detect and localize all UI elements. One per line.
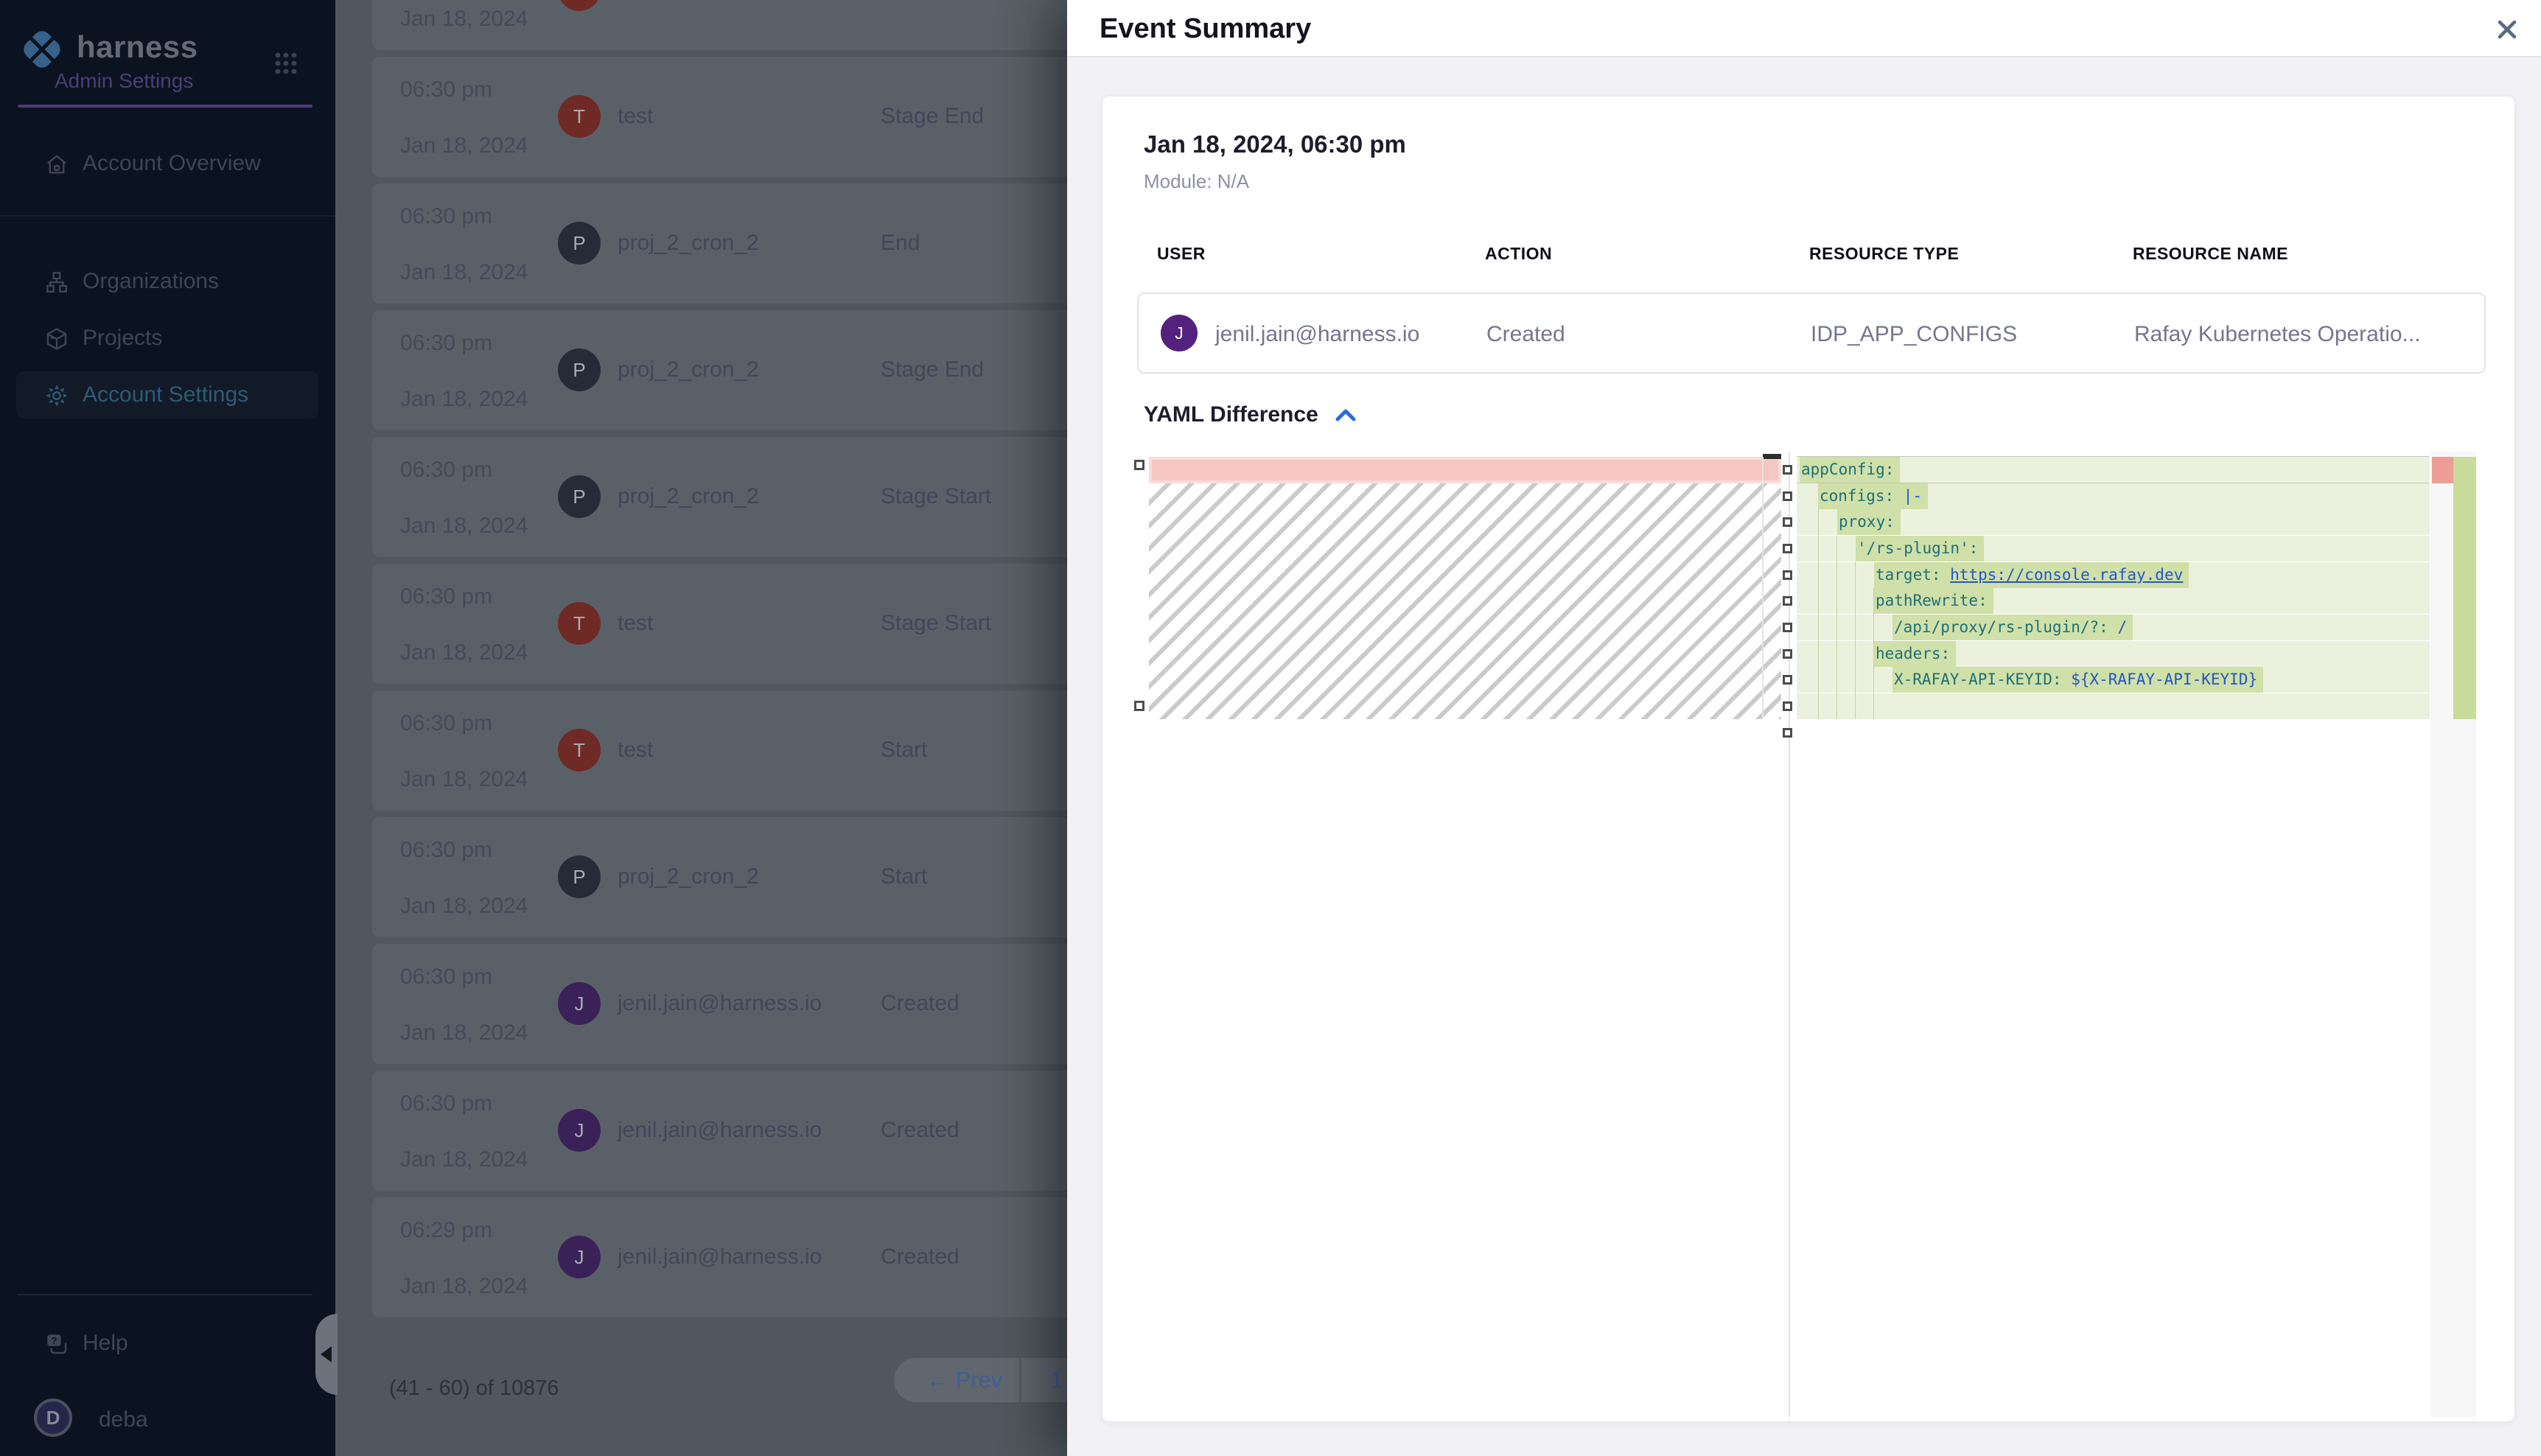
pagination-divider — [1019, 1358, 1021, 1402]
diff-line-marker[interactable] — [1783, 517, 1792, 527]
yaml-line: headers: — [1797, 641, 2430, 667]
home-icon — [44, 152, 69, 177]
left-arrow-icon: ← — [926, 1367, 949, 1393]
prev-page-button[interactable]: ← Prev — [926, 1367, 1002, 1393]
row-resource-type: IDP_APP_CONFIGS — [1811, 322, 2017, 347]
sidebar-subtitle: Admin Settings — [55, 69, 193, 93]
sidebar-bottom-divider — [18, 1294, 312, 1295]
yaml-line: X-RAFAY-API-KEYID: ${X-RAFAY-API-KEYID} — [1797, 667, 2430, 693]
row-avatar: J — [558, 1109, 601, 1152]
row-avatar: J — [1161, 315, 1198, 351]
event-summary-drawer: Event Summary Jan 18, 2024, 06:30 pm Mod… — [1067, 0, 2541, 1456]
yaml-diff-editor: appConfig:configs: |-proxy:'/rs-plugin':… — [1128, 452, 2477, 1417]
indent-guide — [1873, 588, 1874, 719]
diff-line-marker[interactable] — [1783, 649, 1792, 659]
overview-removed-mark — [2432, 457, 2453, 483]
yaml-line: '/rs-plugin': — [1797, 536, 2430, 561]
row-avatar: J — [558, 982, 601, 1025]
event-summary-card: Jan 18, 2024, 06:30 pm Module: N/A USER … — [1102, 96, 2515, 1422]
yaml-line-empty — [1797, 693, 2430, 719]
sidebar: harness Admin Settings Account Overview O… — [0, 0, 335, 1456]
row-avatar: T — [558, 729, 601, 771]
collapse-arrow-icon — [321, 1346, 332, 1362]
yaml-line: pathRewrite: — [1797, 588, 2430, 614]
sidebar-item-account-overview[interactable]: Account Overview — [16, 140, 318, 187]
app-grid-icon[interactable] — [274, 52, 298, 75]
drawer-title: Event Summary — [1100, 13, 1311, 45]
col-header-user: USER — [1157, 244, 1206, 264]
row-avatar: T — [558, 95, 601, 138]
row-resource-name: Rafay Kubernetes Operatio... — [2134, 322, 2421, 347]
overview-added-mark — [2453, 457, 2476, 719]
diff-marker-square[interactable] — [1134, 460, 1144, 470]
diff-line-marker[interactable] — [1783, 491, 1792, 501]
yaml-line: proxy: — [1797, 509, 2430, 535]
sidebar-item-help[interactable]: ? Help — [16, 1320, 318, 1367]
user-avatar: D — [34, 1399, 72, 1437]
yaml-line: appConfig: — [1797, 457, 2430, 483]
diff-line-marker[interactable] — [1783, 596, 1792, 606]
sidebar-item-account-settings[interactable]: Account Settings — [16, 371, 318, 419]
yaml-link[interactable]: https://console.rafay.dev — [1950, 566, 2183, 584]
sidebar-user[interactable]: D deba — [16, 1396, 318, 1449]
diff-line-marker[interactable] — [1783, 465, 1792, 475]
row-avatar: P — [558, 855, 601, 898]
event-datetime: Jan 18, 2024, 06:30 pm — [1144, 130, 1406, 158]
diff-empty-region-hatch — [1149, 483, 1781, 719]
diff-line-marker[interactable] — [1783, 623, 1792, 632]
yaml-difference-label: YAML Difference — [1144, 402, 1318, 427]
row-avatar: P — [558, 475, 601, 518]
diff-line-marker[interactable] — [1783, 544, 1792, 553]
indent-guide — [1836, 536, 1837, 719]
col-header-resource-name: RESOURCE NAME — [2133, 244, 2288, 264]
yaml-difference-toggle[interactable]: YAML Difference — [1144, 402, 1357, 432]
row-avatar: P — [558, 222, 601, 265]
close-icon[interactable] — [2494, 16, 2520, 43]
logo-text: harness — [77, 29, 198, 65]
sidebar-logo-divider — [18, 105, 312, 108]
sidebar-section-divider — [0, 215, 335, 217]
diff-removed-line — [1149, 457, 1781, 483]
page-1-button[interactable]: 1 — [1050, 1367, 1063, 1393]
help-chat-icon: ? — [44, 1331, 69, 1357]
yaml-line: configs: |- — [1797, 483, 2430, 509]
sidebar-collapse-handle[interactable] — [315, 1314, 338, 1395]
pagination-range: (41 - 60) of 10876 — [389, 1376, 559, 1401]
diff-line-marker[interactable] — [1783, 675, 1792, 685]
event-module: Module: N/A — [1144, 170, 1249, 193]
indent-guide — [1855, 561, 1856, 719]
diff-left-ruler-mark — [1763, 454, 1781, 459]
row-action: Created — [1486, 322, 1565, 347]
row-avatar: T — [558, 602, 601, 645]
row-avatar: P — [558, 349, 601, 391]
sidebar-item-organizations[interactable]: Organizations — [16, 258, 318, 305]
user-name: deba — [99, 1407, 148, 1432]
screen: harness Admin Settings Account Overview O… — [0, 0, 2541, 1456]
diff-marker-square[interactable] — [1134, 701, 1144, 711]
event-table-row: J jenil.jain@harness.io Created IDP_APP_… — [1137, 293, 2486, 374]
gear-icon — [44, 383, 69, 408]
svg-text:?: ? — [52, 1335, 57, 1346]
org-icon — [44, 270, 69, 295]
row-avatar: T — [558, 0, 601, 11]
drawer-header: Event Summary — [1067, 0, 2541, 57]
diff-left-ruler-line — [1762, 457, 1764, 719]
diff-line-marker[interactable] — [1783, 728, 1792, 738]
yaml-line: target: https://console.rafay.dev — [1797, 562, 2430, 588]
sidebar-item-projects[interactable]: Projects — [16, 315, 318, 362]
indent-guide — [1818, 509, 1819, 719]
cube-icon — [44, 326, 69, 351]
chevron-up-icon — [1335, 407, 1357, 423]
row-avatar: J — [558, 1236, 601, 1278]
col-header-action: ACTION — [1485, 244, 1552, 264]
yaml-line: /api/proxy/rs-plugin/?: / — [1797, 615, 2430, 640]
row-user: jenil.jain@harness.io — [1215, 322, 1419, 347]
harness-logo-icon — [19, 27, 65, 72]
col-header-resource-type: RESOURCE TYPE — [1809, 244, 1959, 264]
diff-line-marker[interactable] — [1783, 570, 1792, 580]
diff-line-marker[interactable] — [1783, 701, 1792, 711]
help-label: Help — [83, 1331, 128, 1356]
